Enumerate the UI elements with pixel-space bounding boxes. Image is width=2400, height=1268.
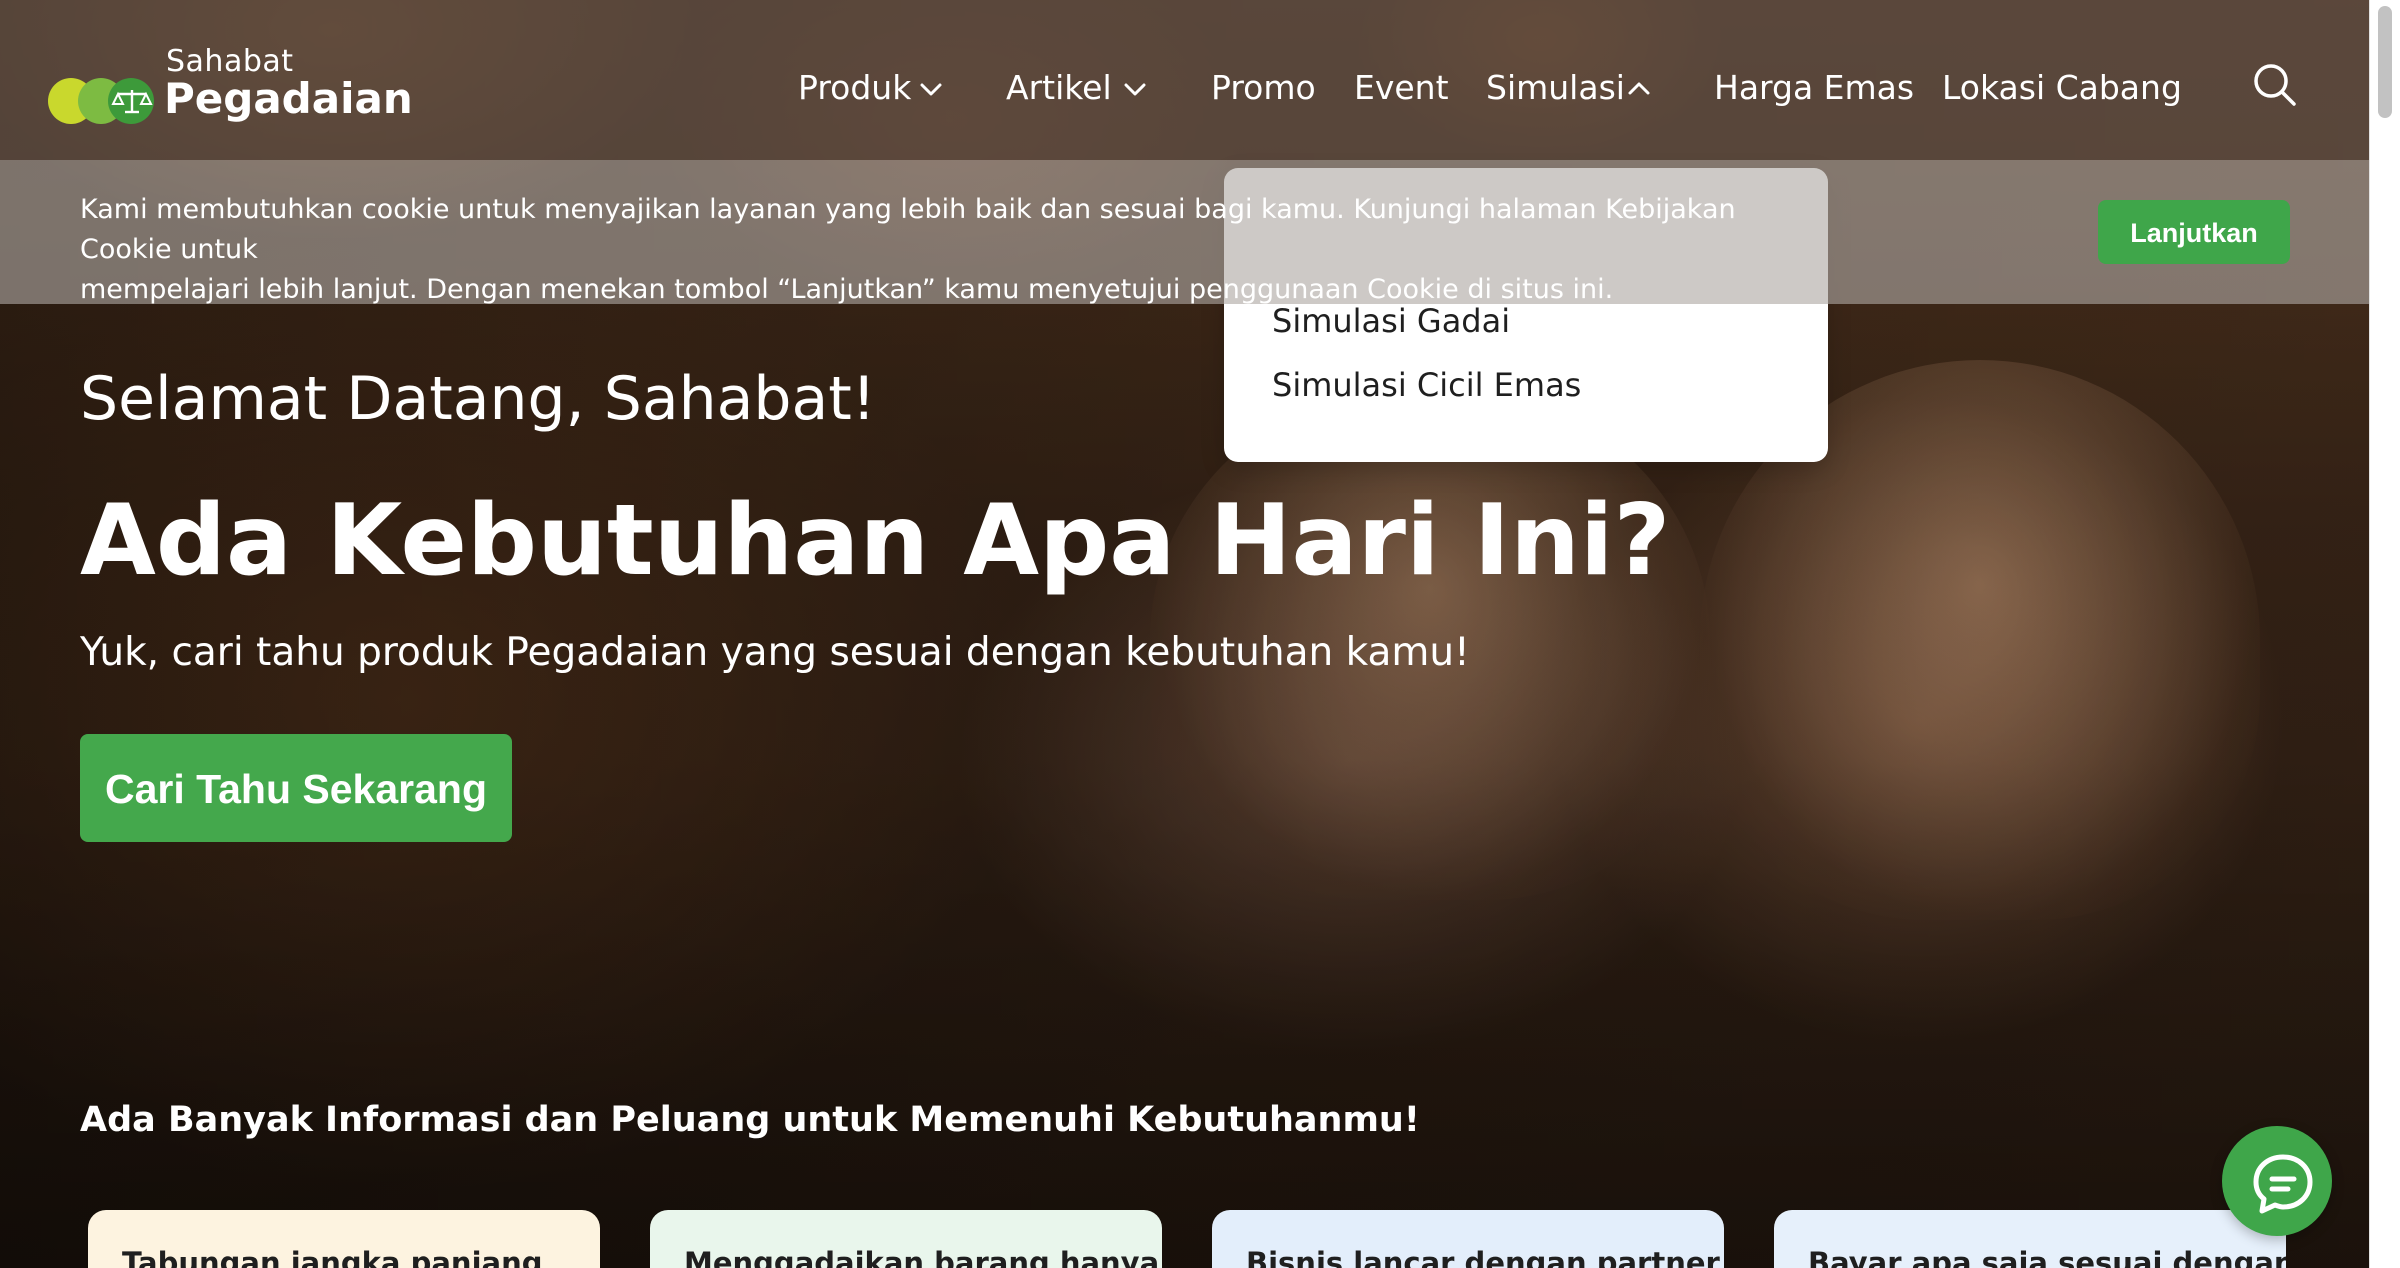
- info-card-title: Menggadaikan barang hanya: [684, 1246, 1160, 1268]
- nav-produk-label: Produk: [798, 68, 912, 107]
- nav-artikel[interactable]: Artikel: [1006, 64, 1166, 112]
- nav-lokasi-cabang-label: Lokasi Cabang: [1942, 68, 2182, 107]
- scrollbar-thumb[interactable]: [2378, 6, 2392, 118]
- nav-lokasi-cabang[interactable]: Lokasi Cabang: [1942, 64, 2182, 112]
- info-card-gadai[interactable]: Menggadaikan barang hanya: [650, 1210, 1162, 1268]
- page: Sahabat Pegadaian Produk Artikel Promo E…: [0, 0, 2400, 1268]
- hero-welcome: Selamat Datang, Sahabat!: [80, 364, 876, 434]
- cookie-message-line-2: mempelajari lebih lanjut. Dengan menekan…: [80, 274, 1614, 305]
- nav-harga-emas-label: Harga Emas: [1714, 68, 1915, 107]
- chat-button[interactable]: [2222, 1126, 2332, 1236]
- cookie-banner: Kami membutuhkan cookie untuk menyajikan…: [0, 160, 2370, 305]
- cookie-accept-button[interactable]: Lanjutkan: [2098, 200, 2290, 264]
- chevron-down-icon: [920, 83, 942, 96]
- cta-button[interactable]: Cari Tahu Sekarang: [80, 734, 512, 842]
- search-icon: [2254, 64, 2296, 106]
- logo-mark: [48, 78, 158, 124]
- nav-produk[interactable]: Produk: [798, 64, 958, 112]
- nav-simulasi[interactable]: Simulasi: [1486, 64, 1666, 112]
- nav-promo[interactable]: Promo: [1211, 64, 1316, 112]
- nav-event[interactable]: Event: [1354, 64, 1449, 112]
- logo-text-bottom: Pegadaian: [164, 74, 413, 123]
- nav-event-label: Event: [1354, 68, 1449, 107]
- chat-icon: [2253, 1154, 2313, 1214]
- info-card-title: Bayar apa saja sesuai dengan: [1808, 1246, 2286, 1268]
- brand-logo[interactable]: Sahabat Pegadaian: [48, 44, 413, 134]
- site-header: Sahabat Pegadaian Produk Artikel Promo E…: [0, 0, 2370, 160]
- hero-subline: Yuk, cari tahu produk Pegadaian yang ses…: [80, 630, 1470, 675]
- cookie-message-line-1: Kami membutuhkan cookie untuk menyajikan…: [80, 194, 1736, 265]
- page-scrollbar[interactable]: [2369, 0, 2400, 1268]
- info-card-tabungan[interactable]: Tabungan jangka panjang: [88, 1210, 600, 1268]
- search-button[interactable]: [2250, 60, 2300, 110]
- section-title: Ada Banyak Informasi dan Peluang untuk M…: [80, 1100, 1420, 1140]
- nav-artikel-label: Artikel: [1006, 68, 1112, 107]
- dropdown-item-simulasi-cicil-emas[interactable]: Simulasi Cicil Emas: [1272, 366, 1581, 404]
- info-card-bayar[interactable]: Bayar apa saja sesuai dengan: [1774, 1210, 2286, 1268]
- nav-promo-label: Promo: [1211, 68, 1316, 107]
- info-card-bisnis[interactable]: Bisnis lancar dengan partner: [1212, 1210, 1724, 1268]
- cookie-message: Kami membutuhkan cookie untuk menyajikan…: [80, 190, 1800, 310]
- chevron-down-icon: [1124, 83, 1146, 96]
- nav-harga-emas[interactable]: Harga Emas: [1714, 64, 1914, 112]
- info-card-title: Bisnis lancar dengan partner: [1246, 1246, 1720, 1268]
- hero-headline: Ada Kebutuhan Apa Hari Ini?: [80, 484, 1671, 598]
- info-card-title: Tabungan jangka panjang: [122, 1246, 543, 1268]
- scale-icon: [110, 84, 154, 118]
- chevron-up-icon: [1628, 82, 1650, 95]
- nav-simulasi-label: Simulasi: [1486, 68, 1625, 107]
